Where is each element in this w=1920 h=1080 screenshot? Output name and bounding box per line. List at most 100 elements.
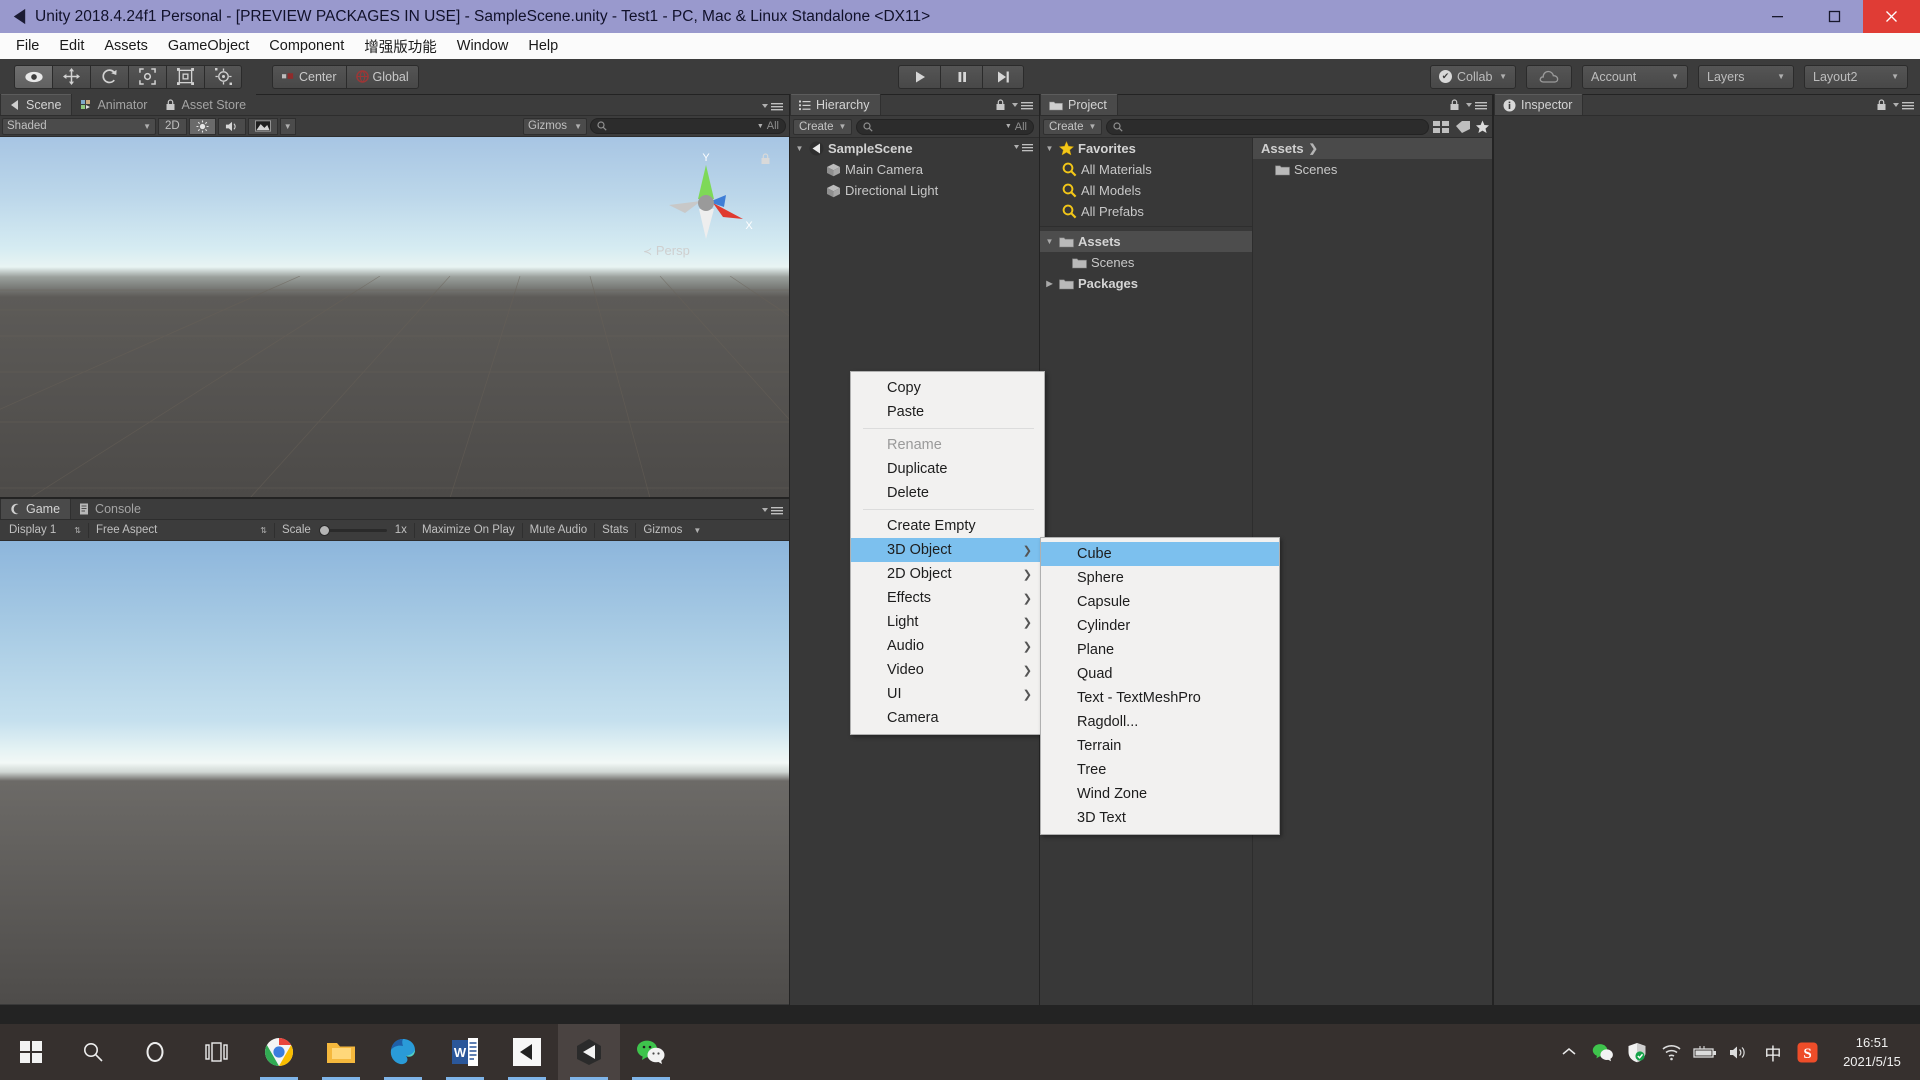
hierarchy-item-main-camera[interactable]: Main Camera <box>790 159 1039 180</box>
pivot-mode-button[interactable]: Center <box>272 65 346 89</box>
panel-menu-icon[interactable] <box>1891 100 1915 111</box>
context-item-3d-object[interactable]: 3D Object ❯ <box>851 538 1044 562</box>
context-item-effects[interactable]: Effects ❯ <box>851 586 1044 610</box>
chrome-app-button[interactable] <box>248 1024 310 1080</box>
defender-tray-icon[interactable] <box>1620 1024 1654 1080</box>
panel-menu-icon[interactable] <box>760 505 784 516</box>
divider[interactable] <box>789 95 790 1005</box>
chevron-right-icon[interactable]: ▶ <box>1044 279 1055 288</box>
menu-enhanced-features[interactable]: 增强版功能 <box>354 33 447 60</box>
scale-slider-track[interactable] <box>319 529 387 532</box>
breadcrumb[interactable]: Assets ❯ <box>1253 138 1493 159</box>
menu-window[interactable]: Window <box>447 35 519 57</box>
panel-menu-icon[interactable] <box>760 101 784 112</box>
maximize-on-play-button[interactable]: Maximize On Play <box>415 520 522 541</box>
scene-audio-button[interactable] <box>218 118 246 135</box>
submenu-item-3d-text[interactable]: 3D Text <box>1041 806 1279 830</box>
submenu-item-sphere[interactable]: Sphere <box>1041 566 1279 590</box>
cloud-button[interactable] <box>1526 65 1572 89</box>
game-viewport[interactable] <box>0 541 789 1004</box>
project-favorites-root[interactable]: ▼ Favorites <box>1040 138 1252 159</box>
file-explorer-app-button[interactable] <box>310 1024 372 1080</box>
tab-project[interactable]: Project <box>1040 94 1118 115</box>
task-view-button[interactable] <box>186 1024 248 1080</box>
game-aspect-dropdown[interactable]: Free Aspect ⇅ <box>89 520 274 541</box>
hand-tool-button[interactable] <box>14 65 52 89</box>
project-create-button[interactable]: Create ▼ <box>1043 119 1102 135</box>
menu-edit[interactable]: Edit <box>49 35 94 57</box>
panel-menu-icon[interactable] <box>1464 100 1488 111</box>
chevron-down-icon[interactable]: ▼ <box>1044 144 1055 153</box>
stats-button[interactable]: Stats <box>595 520 635 541</box>
scale-tool-button[interactable] <box>128 65 166 89</box>
chevron-down-icon[interactable]: ▼ <box>794 144 805 153</box>
context-item-video[interactable]: Video ❯ <box>851 658 1044 682</box>
project-tree-packages[interactable]: ▶ Packages <box>1040 273 1252 294</box>
lock-icon[interactable] <box>995 99 1006 112</box>
layers-button[interactable]: Layers ▼ <box>1698 65 1794 89</box>
collab-button[interactable]: ✔ Collab ▼ <box>1430 65 1516 89</box>
unity-editor-app-button[interactable] <box>558 1024 620 1080</box>
menu-gameobject[interactable]: GameObject <box>158 35 259 57</box>
close-button[interactable] <box>1863 0 1920 33</box>
submenu-item-plane[interactable]: Plane <box>1041 638 1279 662</box>
maximize-button[interactable] <box>1806 0 1863 33</box>
scene-viewport[interactable]: Y X ≺ Persp <box>0 137 789 498</box>
minimize-button[interactable] <box>1749 0 1806 33</box>
pause-button[interactable] <box>940 65 982 89</box>
menu-component[interactable]: Component <box>259 35 354 57</box>
step-button[interactable] <box>982 65 1024 89</box>
menu-file[interactable]: File <box>6 35 49 57</box>
context-item-audio[interactable]: Audio ❯ <box>851 634 1044 658</box>
pivot-rotation-button[interactable]: Global <box>346 65 419 89</box>
tab-game[interactable]: Game <box>0 498 71 519</box>
cortana-button[interactable] <box>124 1024 186 1080</box>
tab-scene[interactable]: Scene <box>0 94 72 115</box>
layout-button[interactable]: Layout2 ▼ <box>1804 65 1908 89</box>
scene-orientation-gizmo[interactable]: Y X ≺ Persp <box>651 147 761 257</box>
context-item-2d-object[interactable]: 2D Object ❯ <box>851 562 1044 586</box>
context-item-copy[interactable]: Copy <box>851 376 1044 400</box>
panel-menu-icon[interactable] <box>1010 100 1034 111</box>
scene-projection-label[interactable]: ≺ Persp <box>643 243 690 258</box>
tab-animator[interactable]: Animator <box>72 94 157 115</box>
submenu-item-cylinder[interactable]: Cylinder <box>1041 614 1279 638</box>
project-search-input[interactable] <box>1106 119 1429 135</box>
ime-tray-button[interactable]: 中 <box>1756 1024 1790 1080</box>
menu-assets[interactable]: Assets <box>94 35 158 57</box>
submenu-item-text-textmeshpro[interactable]: Text - TextMeshPro <box>1041 686 1279 710</box>
edge-app-button[interactable] <box>372 1024 434 1080</box>
hierarchy-search-input[interactable]: ▼ All <box>856 119 1034 135</box>
word-app-button[interactable]: W <box>434 1024 496 1080</box>
chevron-down-icon[interactable]: ▼ <box>1044 237 1055 246</box>
scene-search-input[interactable]: ▼ All <box>590 118 786 134</box>
play-button[interactable] <box>898 65 940 89</box>
game-gizmos-dropdown[interactable]: ▼ <box>689 520 705 541</box>
game-scale-slider[interactable]: Scale 1x <box>275 520 414 541</box>
submenu-item-cube[interactable]: Cube <box>1041 542 1279 566</box>
mute-audio-button[interactable]: Mute Audio <box>523 520 595 541</box>
scale-slider-knob[interactable] <box>319 525 330 536</box>
toggle-2d-button[interactable]: 2D <box>158 118 187 135</box>
tab-console[interactable]: Console <box>71 498 151 519</box>
project-content-item-scenes[interactable]: Scenes <box>1253 159 1493 180</box>
unity-hub-app-button[interactable] <box>496 1024 558 1080</box>
tab-asset-store[interactable]: Asset Store <box>157 94 256 115</box>
scene-effects-dropdown[interactable]: ▼ <box>280 118 296 135</box>
submenu-item-capsule[interactable]: Capsule <box>1041 590 1279 614</box>
lock-icon[interactable] <box>760 153 771 166</box>
filter-by-type-icon[interactable] <box>1433 120 1451 134</box>
hierarchy-scene-root[interactable]: ▼ SampleScene <box>790 138 1039 159</box>
volume-tray-icon[interactable] <box>1722 1024 1756 1080</box>
filter-by-label-icon[interactable] <box>1455 120 1471 134</box>
sogou-tray-icon[interactable]: S <box>1790 1024 1824 1080</box>
game-display-dropdown[interactable]: Display 1 ⇅ <box>2 520 88 541</box>
tab-inspector[interactable]: Inspector <box>1494 94 1583 115</box>
project-favorite-all-prefabs[interactable]: All Prefabs <box>1040 201 1252 222</box>
submenu-item-wind-zone[interactable]: Wind Zone <box>1041 782 1279 806</box>
submenu-item-quad[interactable]: Quad <box>1041 662 1279 686</box>
context-item-delete[interactable]: Delete <box>851 481 1044 505</box>
wechat-tray-icon[interactable] <box>1586 1024 1620 1080</box>
battery-tray-icon[interactable] <box>1688 1024 1722 1080</box>
submenu-item-terrain[interactable]: Terrain <box>1041 734 1279 758</box>
